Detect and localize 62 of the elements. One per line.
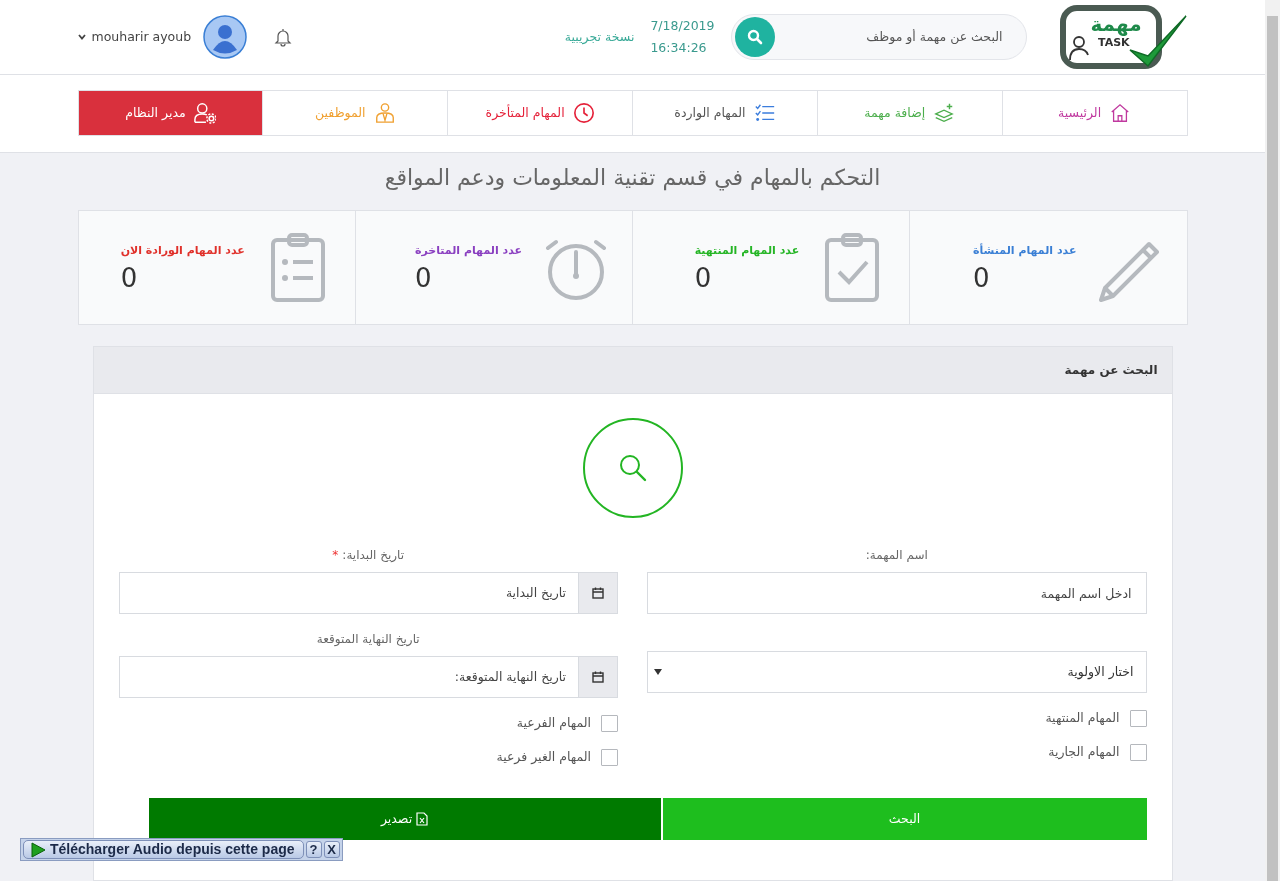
house-icon <box>1109 102 1132 124</box>
search-field[interactable]: البحث عن مهمة أو موظف <box>774 26 1023 48</box>
required-mark: * <box>332 548 339 562</box>
chevron-icon <box>77 34 86 40</box>
checkbox-label: المهام الفرعية <box>516 713 591 733</box>
scrollbar[interactable] <box>1265 0 1280 881</box>
stat-label: عدد المهام المنشأة <box>973 242 1077 259</box>
help-button[interactable]: ? <box>305 841 322 858</box>
close-button[interactable]: X <box>323 841 340 858</box>
time-text: 16:34:26 <box>650 39 708 57</box>
checkbox[interactable] <box>1129 743 1147 761</box>
stat-label: عدد المهام المتاخرة <box>414 242 522 259</box>
user-gear-icon <box>193 102 216 124</box>
clock-icon <box>572 102 595 124</box>
tab-label: المهام المتأخرة <box>485 103 565 122</box>
search-button[interactable] <box>734 17 775 57</box>
calendar-button[interactable] <box>578 572 618 614</box>
bell-icon[interactable] <box>273 27 294 47</box>
checkbox[interactable] <box>1129 709 1147 727</box>
field-label: اسم المهمة: <box>864 547 929 564</box>
checkbox-label: المهام الغير فرعية <box>496 747 591 766</box>
stat-label: عدد المهام الورادة الان <box>120 242 245 259</box>
task-name-field[interactable]: ادخل اسم المهمة <box>647 572 1147 614</box>
priority-select[interactable]: اختار الاولوية <box>647 651 1147 693</box>
checkbox-label: المهام المنتهية <box>1045 708 1120 727</box>
layers-plus-icon <box>933 102 956 124</box>
person-icon <box>1068 36 1089 61</box>
logo-text: TASK <box>1097 36 1130 49</box>
dropdown-arrow-icon <box>654 669 662 675</box>
tab-label: الرئيسية <box>1058 103 1102 122</box>
edition-label: نسخة تجريبية <box>564 27 635 47</box>
end-date-field[interactable]: تاريخ النهاية المتوقعة: <box>118 656 578 698</box>
page-title: التحكم بالمهام في قسم تقنية المعلومات ودعم المواقع <box>383 164 882 193</box>
start-date-field[interactable]: تاريخ البداية <box>118 572 578 614</box>
checkbox[interactable] <box>601 748 618 766</box>
stat-value: 0 <box>973 262 991 296</box>
checkbox-label: المهام الجارية <box>1048 742 1120 762</box>
panel-title: البحث عن مهمة <box>1064 362 1158 379</box>
calendar-icon <box>592 671 604 683</box>
field-label: تاريخ النهاية المتوقعة <box>315 631 421 648</box>
stat-value: 0 <box>414 262 433 296</box>
field-label: تاريخ البداية: <box>342 548 405 562</box>
date-text: 7/18/2019 <box>650 17 715 35</box>
search-icon <box>746 29 763 45</box>
checkbox[interactable] <box>601 714 618 732</box>
export-button[interactable]: تصدير <box>148 798 661 840</box>
download-audio-button[interactable]: Télécharger Audio depuis cette page <box>23 840 304 859</box>
user-menu[interactable]: mouharir ayoub <box>77 27 192 47</box>
logo-text: مهمة <box>1089 12 1142 36</box>
tab-label: إضافة مهمة <box>864 103 926 122</box>
stat-value: 0 <box>694 262 713 296</box>
excel-file-icon <box>416 812 429 826</box>
nav-tab[interactable]: مدير النظام <box>78 91 263 135</box>
stat-label: عدد المهام المنتهية <box>694 242 800 259</box>
calendar-button[interactable] <box>578 656 618 698</box>
avatar[interactable] <box>203 15 248 59</box>
person-icon <box>373 102 396 124</box>
calendar-icon <box>592 587 604 599</box>
play-icon <box>30 841 46 858</box>
search-bar[interactable]: البحث عن مهمة أو موظف <box>730 14 1027 60</box>
tab-label: الموظفين <box>315 103 366 123</box>
stat-value: 0 <box>120 262 139 296</box>
